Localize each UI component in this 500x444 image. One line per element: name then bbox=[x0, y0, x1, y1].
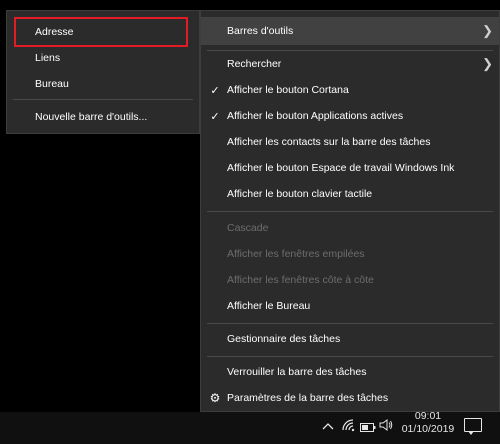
menu-item-label: Afficher le bouton Applications actives bbox=[227, 110, 404, 122]
clock-date: 01/10/2019 bbox=[401, 423, 455, 435]
menu-item-label: Afficher les fenêtres empilées bbox=[227, 248, 365, 260]
gear-icon: ⚙ bbox=[209, 391, 221, 405]
menu-item-stacked: Afficher les fenêtres empilées bbox=[201, 241, 499, 267]
taskbar-context-menu: Barres d'outils ❯ Rechercher ❯ ✓ Affiche… bbox=[200, 10, 500, 412]
submenu-item-liens[interactable]: Liens bbox=[7, 45, 199, 71]
menu-item-label: Afficher le bouton Espace de travail Win… bbox=[227, 162, 455, 174]
menu-item-label: Verrouiller la barre des tâches bbox=[227, 366, 367, 378]
menu-separator bbox=[207, 211, 493, 212]
menu-item-search[interactable]: Rechercher ❯ bbox=[201, 51, 499, 77]
menu-item-toolbars[interactable]: Barres d'outils ❯ bbox=[201, 17, 499, 45]
menu-item-label: Paramètres de la barre des tâches bbox=[227, 392, 389, 404]
menu-separator bbox=[207, 356, 493, 357]
wifi-icon[interactable] bbox=[341, 418, 355, 435]
toolbars-submenu: Adresse Liens Bureau Nouvelle barre d'ou… bbox=[6, 10, 200, 134]
checkmark-icon: ✓ bbox=[210, 84, 220, 97]
menu-item-task-manager[interactable]: Gestionnaire des tâches bbox=[201, 326, 499, 352]
menu-item-label: Afficher le bouton Cortana bbox=[227, 84, 349, 96]
menu-item-label: Afficher le bouton clavier tactile bbox=[227, 188, 373, 200]
menu-item-taskbar-settings[interactable]: ⚙ Paramètres de la barre des tâches bbox=[201, 385, 499, 411]
chevron-right-icon: ❯ bbox=[482, 23, 493, 38]
chevron-up-icon[interactable] bbox=[322, 420, 334, 434]
menu-item-label: Afficher les fenêtres côte à côte bbox=[227, 274, 374, 286]
taskbar-clock[interactable]: 09:01 01/10/2019 bbox=[392, 410, 464, 436]
submenu-item-label: Liens bbox=[35, 52, 61, 64]
menu-separator bbox=[13, 99, 193, 100]
checkmark-icon: ✓ bbox=[210, 110, 220, 123]
menu-item-cascade: Cascade bbox=[201, 215, 499, 241]
menu-item-label: Afficher le Bureau bbox=[227, 300, 311, 312]
menu-item-label: Rechercher bbox=[227, 58, 282, 70]
menu-item-lock-taskbar[interactable]: Verrouiller la barre des tâches bbox=[201, 359, 499, 385]
notification-icon[interactable] bbox=[464, 418, 482, 435]
clock-time: 09:01 bbox=[414, 410, 442, 422]
chevron-right-icon: ❯ bbox=[482, 56, 493, 71]
menu-item-show-desktop[interactable]: Afficher le Bureau bbox=[201, 293, 499, 319]
menu-item-label: Cascade bbox=[227, 222, 269, 234]
menu-item-label: Gestionnaire des tâches bbox=[227, 333, 341, 345]
menu-item-label: Barres d'outils bbox=[227, 25, 294, 37]
menu-item-show-task-view[interactable]: ✓ Afficher le bouton Applications active… bbox=[201, 103, 499, 129]
submenu-item-label: Nouvelle barre d'outils... bbox=[35, 111, 148, 123]
menu-separator bbox=[207, 323, 493, 324]
menu-item-show-ink[interactable]: Afficher le bouton Espace de travail Win… bbox=[201, 155, 499, 181]
menu-item-label: Afficher les contacts sur la barre des t… bbox=[227, 136, 431, 148]
submenu-item-bureau[interactable]: Bureau bbox=[7, 71, 199, 97]
menu-item-side-by-side: Afficher les fenêtres côte à côte bbox=[201, 267, 499, 293]
volume-icon[interactable] bbox=[379, 419, 393, 434]
highlight-box bbox=[14, 17, 188, 47]
menu-item-show-keyboard[interactable]: Afficher le bouton clavier tactile bbox=[201, 181, 499, 207]
submenu-item-new-toolbar[interactable]: Nouvelle barre d'outils... bbox=[7, 104, 199, 130]
submenu-item-label: Bureau bbox=[35, 78, 69, 90]
battery-icon[interactable] bbox=[360, 421, 376, 435]
menu-item-show-cortana[interactable]: ✓ Afficher le bouton Cortana bbox=[201, 77, 499, 103]
menu-item-show-contacts[interactable]: Afficher les contacts sur la barre des t… bbox=[201, 129, 499, 155]
